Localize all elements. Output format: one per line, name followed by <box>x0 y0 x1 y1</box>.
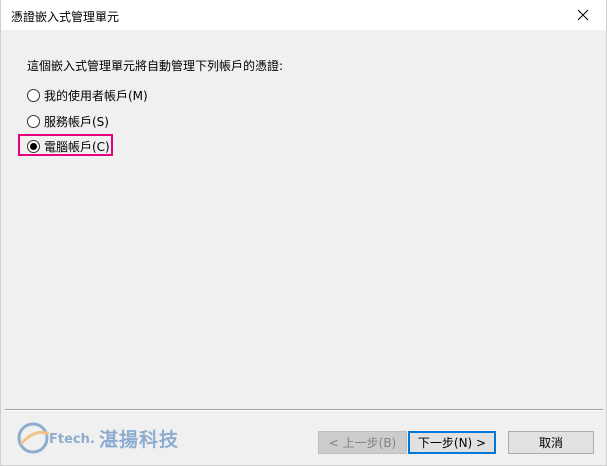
close-button[interactable] <box>560 0 606 30</box>
close-icon <box>577 9 589 21</box>
radio-service-account[interactable]: 服務帳戶(S) <box>27 112 109 130</box>
instruction-text: 這個嵌入式管理單元將自動管理下列帳戶的憑證: <box>27 59 284 73</box>
dialog-window: 憑證嵌入式管理單元 這個嵌入式管理單元將自動管理下列帳戶的憑證: 我的使用者帳戶… <box>0 0 607 466</box>
cancel-button[interactable]: 取消 <box>508 431 594 454</box>
watermark-logo: Ftech. 湛揚科技 <box>15 418 205 458</box>
back-button[interactable]: < 上一步(B) <box>318 431 407 454</box>
title-bar: 憑證嵌入式管理單元 <box>1 0 606 30</box>
radio-button[interactable] <box>27 114 40 128</box>
separator <box>5 409 603 411</box>
radio-button[interactable] <box>27 88 40 102</box>
next-button[interactable]: 下一步(N) > <box>408 431 496 454</box>
highlight-annotation <box>18 134 113 156</box>
watermark-brand: Ftech. <box>49 432 95 447</box>
radio-user-account[interactable]: 我的使用者帳戶(M) <box>27 86 148 104</box>
dialog-content: 這個嵌入式管理單元將自動管理下列帳戶的憑證: 我的使用者帳戶(M) 服務帳戶(S… <box>1 30 606 408</box>
radio-label: 我的使用者帳戶(M) <box>44 88 148 103</box>
radio-label: 服務帳戶(S) <box>44 114 109 129</box>
window-title: 憑證嵌入式管理單元 <box>11 10 120 24</box>
watermark-text: 湛揚科技 <box>99 429 180 451</box>
